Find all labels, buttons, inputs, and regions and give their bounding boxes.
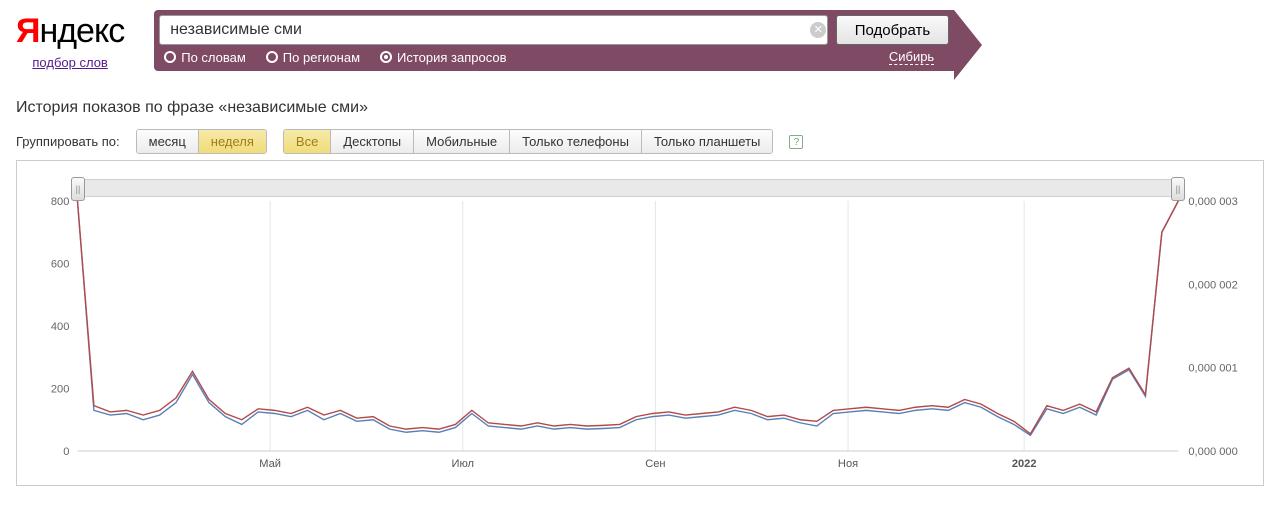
svg-text:Май: Май bbox=[259, 458, 281, 470]
svg-text:2022: 2022 bbox=[1012, 458, 1037, 470]
logo[interactable]: Яндекс bbox=[16, 12, 124, 51]
svg-text:0,000 001: 0,000 001 bbox=[1188, 363, 1237, 375]
svg-text:0: 0 bbox=[63, 446, 69, 458]
svg-text:400: 400 bbox=[51, 321, 70, 333]
logo-rest: ндекс bbox=[39, 12, 124, 50]
radio-icon bbox=[266, 51, 278, 63]
tab-words[interactable]: По словам bbox=[164, 50, 246, 65]
chart-area: || || 02004006008000,000 0000,000 0010,0… bbox=[29, 179, 1251, 479]
page-title: История показов по фразе «независимые см… bbox=[16, 99, 1264, 117]
svg-text:200: 200 bbox=[51, 384, 70, 396]
chart-plot: 0 200 400 600 800 0,000 000 0,000 001 0,000 002… bbox=[29, 179, 1251, 479]
tab-words-label: По словам bbox=[181, 50, 246, 65]
help-icon[interactable]: ? bbox=[789, 135, 803, 149]
group-month[interactable]: месяц bbox=[137, 130, 199, 153]
logo-first-letter: Я bbox=[16, 12, 39, 50]
tab-regions[interactable]: По регионам bbox=[266, 50, 360, 65]
svg-text:0,000 000: 0,000 000 bbox=[1188, 446, 1237, 458]
svg-text:800: 800 bbox=[51, 196, 70, 208]
device-all[interactable]: Все bbox=[284, 130, 331, 153]
submit-button[interactable]: Подобрать bbox=[836, 15, 950, 45]
arrow-decoration bbox=[954, 10, 982, 80]
wordstat-link[interactable]: подбор слов bbox=[16, 55, 124, 70]
device-mobile[interactable]: Мобильные bbox=[414, 130, 510, 153]
svg-text:Сен: Сен bbox=[645, 458, 665, 470]
device-phones[interactable]: Только телефоны bbox=[510, 130, 642, 153]
search-input[interactable] bbox=[159, 15, 827, 45]
device-toggle: Все Десктопы Мобильные Только телефоны Т… bbox=[283, 129, 773, 154]
tab-history-label: История запросов bbox=[397, 50, 507, 65]
group-by-toggle: месяц неделя bbox=[136, 129, 267, 154]
radio-icon bbox=[164, 51, 176, 63]
device-tablets[interactable]: Только планшеты bbox=[642, 130, 772, 153]
group-label: Группировать по: bbox=[16, 134, 120, 149]
svg-text:Ноя: Ноя bbox=[838, 458, 858, 470]
svg-text:Июл: Июл bbox=[451, 458, 474, 470]
chart-frame: || || 02004006008000,000 0000,000 0010,0… bbox=[16, 160, 1264, 486]
svg-text:600: 600 bbox=[51, 259, 70, 271]
svg-text:0,000 003: 0,000 003 bbox=[1188, 196, 1237, 208]
svg-text:0,000 002: 0,000 002 bbox=[1188, 279, 1237, 291]
radio-icon bbox=[380, 51, 392, 63]
device-desktop[interactable]: Десктопы bbox=[331, 130, 414, 153]
tab-regions-label: По регионам bbox=[283, 50, 360, 65]
region-link[interactable]: Сибирь bbox=[889, 49, 934, 65]
group-week[interactable]: неделя bbox=[199, 130, 266, 153]
tab-history[interactable]: История запросов bbox=[380, 50, 507, 65]
